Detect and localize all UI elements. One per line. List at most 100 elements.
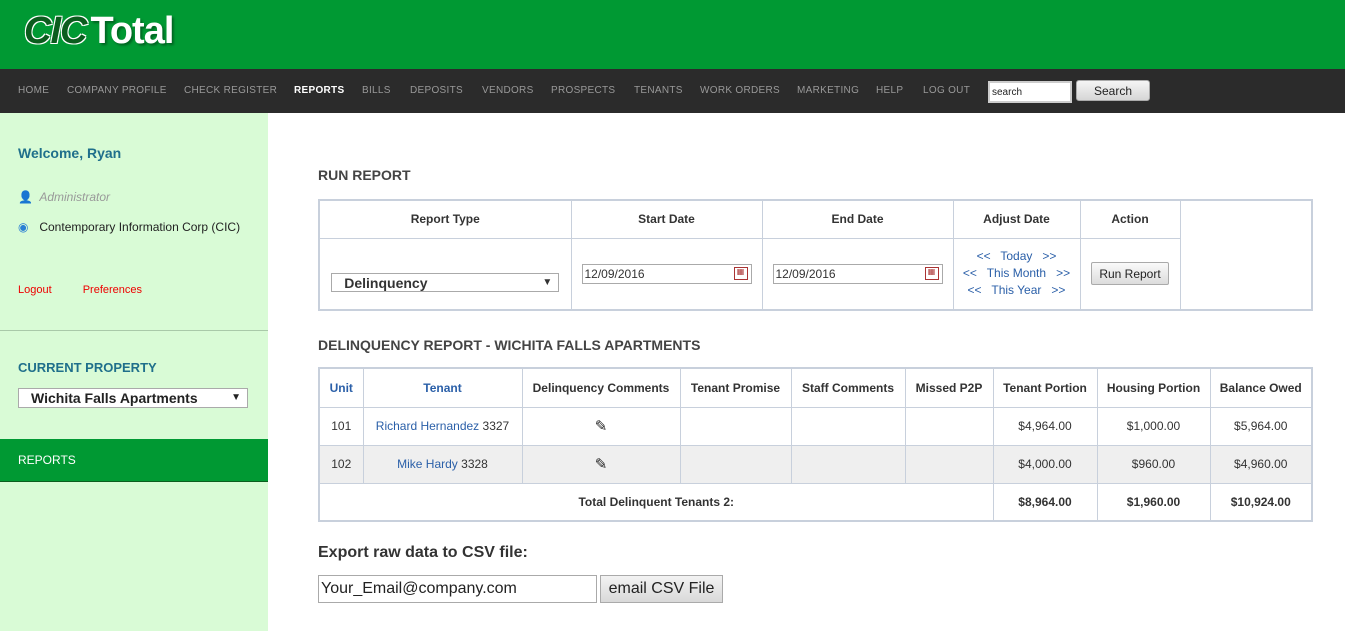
nav-deposits[interactable]: DEPOSITS: [410, 85, 463, 96]
run-table-spacer: [1179, 200, 1312, 238]
tenant-link[interactable]: Mike Hardy: [397, 457, 458, 471]
nav-prospects[interactable]: PROSPECTS: [551, 85, 615, 96]
total-tenant-portion: $8,964.00: [992, 482, 1098, 522]
email-input[interactable]: [318, 575, 597, 603]
delinquency-table: Unit Tenant Delinquency Comments Tenant …: [318, 367, 1313, 522]
table-row: 101 Richard Hernandez 3327 ✎ $4,964.00 $…: [318, 406, 1313, 446]
action-cell: Run Report: [1079, 237, 1181, 311]
col-missed-p2p: Missed P2P: [904, 367, 994, 408]
total-balance: $10,924.00: [1209, 482, 1313, 522]
nav-help[interactable]: HELP: [876, 85, 903, 96]
cell-tenant-promise: [679, 444, 792, 484]
month-prev[interactable]: <<: [963, 266, 977, 280]
year-label[interactable]: This Year: [991, 283, 1041, 297]
cell-comments: ✎: [521, 444, 681, 484]
cell-housing-portion: $960.00: [1096, 444, 1211, 484]
end-date-input[interactable]: 12/09/2016 ▦: [772, 263, 943, 284]
role-row: 👤 Administrator: [18, 190, 110, 204]
company-name: Contemporary Information Corp (CIC): [39, 220, 241, 234]
cell-tenant: Mike Hardy 3328: [362, 444, 523, 484]
nav-vendors[interactable]: VENDORS: [482, 85, 534, 96]
nav-reports[interactable]: REPORTS: [294, 85, 344, 96]
logo-cic: CIC: [24, 10, 87, 52]
nav-company-profile[interactable]: COMPANY PROFILE: [67, 85, 167, 96]
cell-tenant-promise: [679, 406, 792, 446]
report-type-select[interactable]: Delinquency ▼: [331, 273, 560, 293]
col-tenant-promise: Tenant Promise: [679, 367, 792, 408]
preferences-link[interactable]: Preferences: [83, 284, 142, 296]
total-label: Total Delinquent Tenants 2:: [318, 482, 994, 522]
cell-balance: $4,960.00: [1209, 444, 1313, 484]
nav-check-register[interactable]: CHECK REGISTER: [184, 85, 277, 96]
sidebar-divider: [0, 330, 268, 331]
cell-unit: 101: [318, 406, 364, 446]
cell-tenant-portion: $4,000.00: [992, 444, 1098, 484]
today-next[interactable]: >>: [1042, 249, 1056, 263]
nav-bills[interactable]: BILLS: [362, 85, 391, 96]
col-tenant-portion: Tenant Portion: [992, 367, 1098, 408]
company-row: ◉ Contemporary Information Corp (CIC): [18, 216, 248, 238]
header-adjust-date: Adjust Date: [952, 199, 1081, 239]
edit-pencil-icon[interactable]: ✎: [595, 456, 608, 473]
logout-link[interactable]: Logout: [18, 284, 52, 296]
year-next[interactable]: >>: [1051, 283, 1065, 297]
run-report-table: Report Type Start Date End Date Adjust D…: [318, 199, 1313, 311]
main-nav: HOME COMPANY PROFILE CHECK REGISTER REPO…: [0, 69, 1345, 113]
welcome-text: Welcome, Ryan: [18, 145, 122, 161]
col-unit[interactable]: Unit: [318, 367, 364, 408]
property-select-value: Wichita Falls Apartments: [31, 390, 198, 406]
nav-work-orders[interactable]: WORK ORDERS: [700, 85, 780, 96]
year-prev[interactable]: <<: [968, 283, 982, 297]
cictotal-logo[interactable]: CIC Total: [24, 10, 174, 53]
calendar-icon[interactable]: ▦: [733, 266, 748, 280]
month-next[interactable]: >>: [1056, 266, 1070, 280]
start-date-input[interactable]: 12/09/2016 ▦: [581, 263, 752, 284]
adjust-today-row: << Today >>: [955, 248, 1079, 265]
col-housing-portion: Housing Portion: [1096, 367, 1211, 408]
report-type-cell: Delinquency ▼: [318, 237, 572, 311]
nav-log-out[interactable]: LOG OUT: [923, 85, 970, 96]
header-report-type: Report Type: [318, 199, 572, 239]
adjust-year-row: << This Year >>: [955, 282, 1079, 299]
current-property-label: CURRENT PROPERTY: [18, 360, 157, 375]
run-report-button[interactable]: Run Report: [1091, 262, 1169, 286]
cell-staff-comments: [790, 406, 906, 446]
header-action: Action: [1079, 199, 1181, 239]
header-start-date: Start Date: [570, 199, 763, 239]
user-icon: 👤: [18, 190, 33, 204]
start-date-cell: 12/09/2016 ▦: [570, 237, 763, 311]
end-date-value: 12/09/2016: [775, 266, 836, 281]
run-report-title: RUN REPORT: [318, 167, 411, 183]
sidebar-item-reports[interactable]: REPORTS: [0, 439, 268, 481]
adjust-month-row: << This Month >>: [955, 265, 1079, 282]
table-row: 102 Mike Hardy 3328 ✎ $4,000.00 $960.00 …: [318, 444, 1313, 484]
today-label[interactable]: Today: [1000, 249, 1032, 263]
col-balance-owed: Balance Owed: [1209, 367, 1313, 408]
cell-tenant-portion: $4,964.00: [992, 406, 1098, 446]
total-housing-portion: $1,960.00: [1096, 482, 1211, 522]
cell-missed-p2p: [904, 444, 994, 484]
nav-tenants[interactable]: TENANTS: [634, 85, 683, 96]
cell-tenant: Richard Hernandez 3327: [362, 406, 523, 446]
cell-unit: 102: [318, 444, 364, 484]
dropdown-arrow-icon: ▼: [231, 392, 241, 403]
today-prev[interactable]: <<: [977, 249, 991, 263]
col-delinquency-comments: Delinquency Comments: [521, 367, 681, 408]
tenant-id: 3327: [482, 419, 510, 433]
search-button[interactable]: Search: [1076, 80, 1150, 101]
cell-staff-comments: [790, 444, 906, 484]
property-select[interactable]: Wichita Falls Apartments ▼: [18, 388, 248, 408]
month-label[interactable]: This Month: [987, 266, 1046, 280]
col-tenant[interactable]: Tenant: [362, 367, 523, 408]
report-type-value: Delinquency: [344, 275, 428, 292]
app-header: CIC Total: [0, 0, 1345, 69]
search-input[interactable]: [988, 81, 1072, 103]
nav-marketing[interactable]: MARKETING: [797, 85, 859, 96]
adjust-date-cell: << Today >> << This Month >> << This Yea…: [952, 237, 1081, 311]
nav-home[interactable]: HOME: [18, 85, 49, 96]
calendar-icon[interactable]: ▦: [924, 266, 939, 280]
email-csv-button[interactable]: email CSV File: [600, 575, 723, 603]
location-pin-icon: ◉: [18, 220, 29, 234]
tenant-link[interactable]: Richard Hernandez: [376, 419, 479, 433]
edit-pencil-icon[interactable]: ✎: [595, 418, 608, 435]
